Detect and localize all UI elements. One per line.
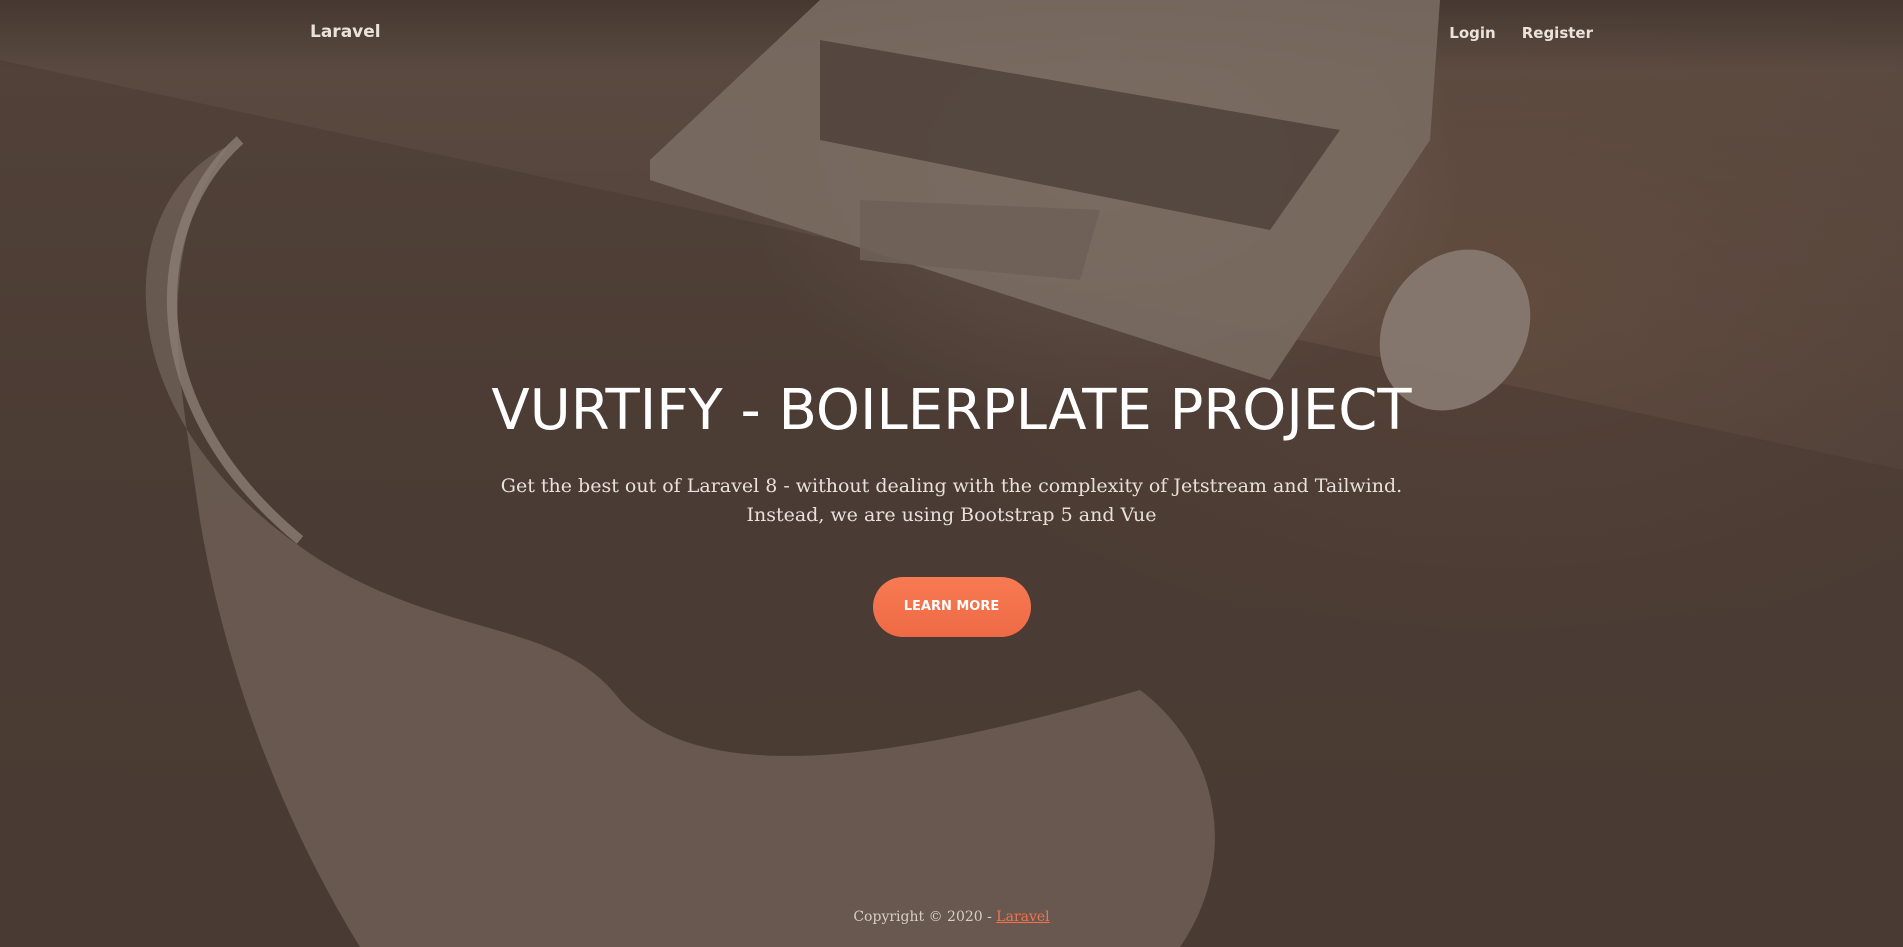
brand-link[interactable]: Laravel — [310, 22, 381, 42]
nav-links: Login Register — [1449, 24, 1593, 42]
register-link[interactable]: Register — [1522, 24, 1593, 42]
hero-content: VURTIFY - BOILERPLATE PROJECT Get the be… — [0, 380, 1903, 637]
footer-laravel-link[interactable]: Laravel — [996, 909, 1049, 925]
hero-subtitle: Get the best out of Laravel 8 - without … — [500, 474, 1403, 526]
page-title: VURTIFY - BOILERPLATE PROJECT — [491, 378, 1412, 443]
top-navbar: Laravel Login Register — [0, 0, 1903, 68]
footer: Copyright © 2020 - Laravel — [0, 909, 1903, 925]
learn-more-button[interactable]: LEARN MORE — [872, 576, 1031, 637]
login-link[interactable]: Login — [1449, 24, 1495, 42]
copyright-text: Copyright © 2020 - — [853, 909, 997, 925]
